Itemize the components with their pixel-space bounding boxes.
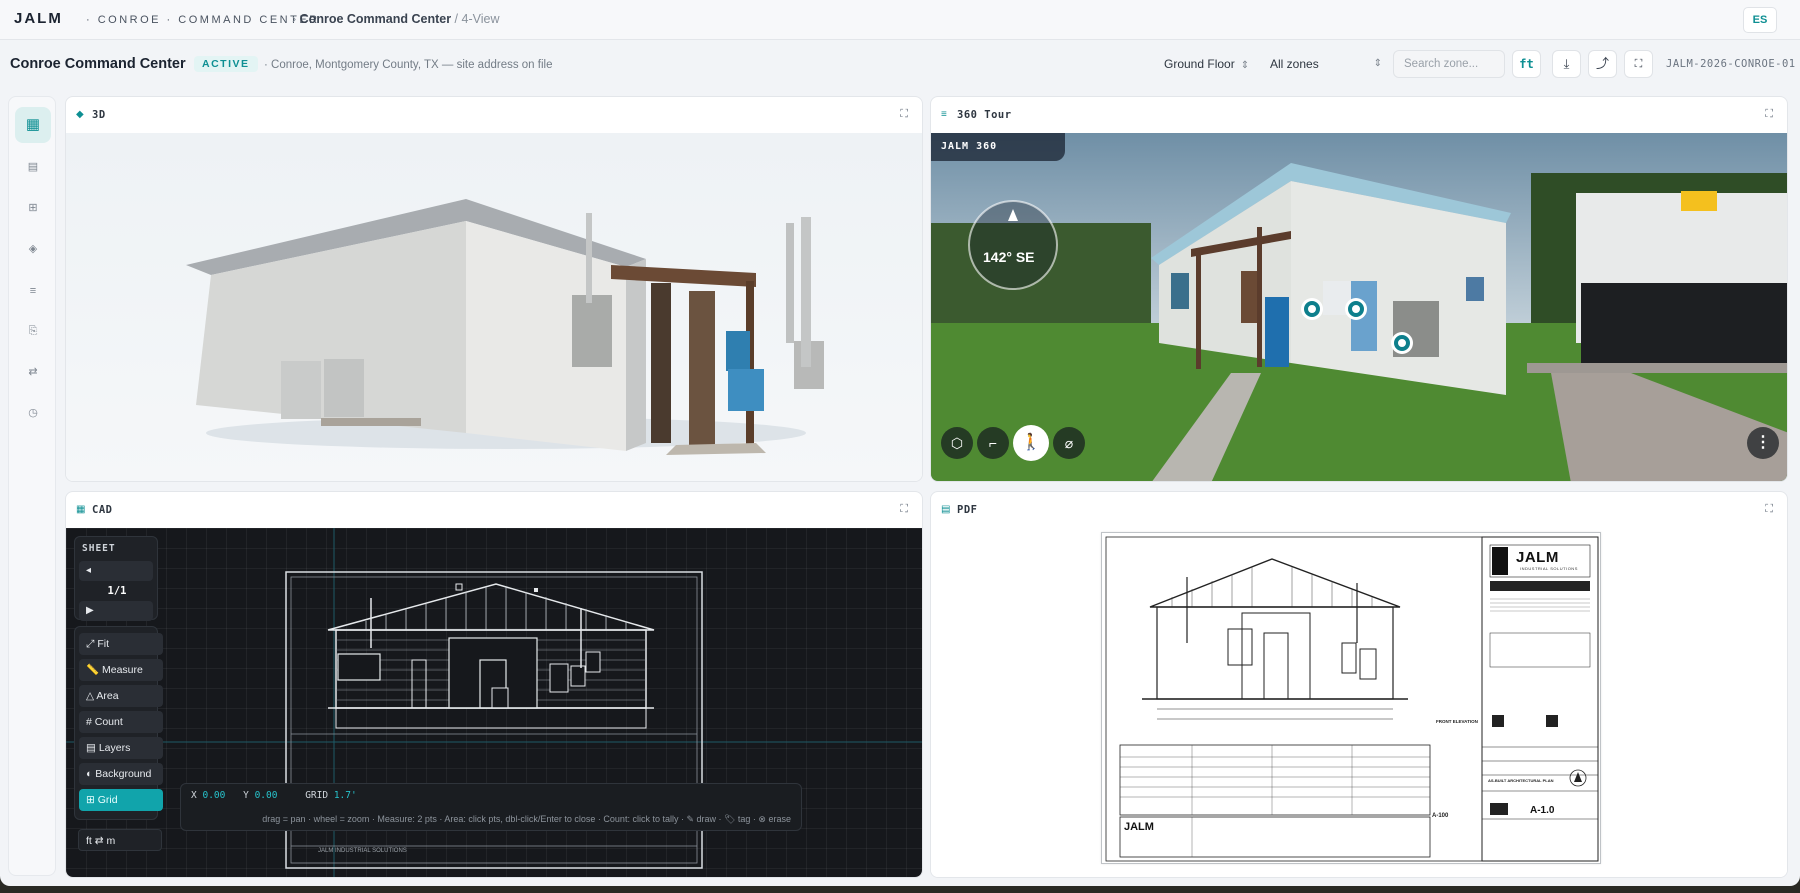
- panel-header: ◆ 3D ⛶: [66, 97, 922, 133]
- breadcrumb-view: / 4-View: [454, 12, 500, 26]
- breadcrumb-site[interactable]: Conroe Command Center: [300, 12, 451, 26]
- titleblock-sheet-number: A-1.0: [1530, 805, 1555, 816]
- expand-icon[interactable]: ⛶: [900, 108, 908, 121]
- grid-view-icon[interactable]: ▦: [15, 107, 51, 143]
- list-icon[interactable]: ▤: [15, 149, 51, 185]
- panel-title: CAD: [92, 504, 113, 516]
- fit-button[interactable]: ⤢ Fit: [79, 633, 163, 655]
- panel-title: 360 Tour: [957, 109, 1012, 121]
- cad-viewport[interactable]: JALM INDUSTRIAL SOLUTIONS SHEET ◂ 1/1 ▶ …: [66, 528, 922, 877]
- count-button[interactable]: # Count: [79, 711, 163, 733]
- zone-select-value: All zones: [1270, 57, 1319, 71]
- page-title: Conroe Command Center: [10, 56, 186, 72]
- coord-y-label: Y: [243, 790, 249, 801]
- grid-size-value: 1.7': [333, 790, 357, 801]
- clock-icon[interactable]: ◷: [15, 395, 51, 431]
- titleblock-logo: JALM: [1516, 549, 1559, 566]
- unit-toggle-button[interactable]: ft: [1512, 50, 1541, 78]
- footer-logo: JALM: [1124, 821, 1154, 833]
- grid-toggle-button[interactable]: ⊞ Grid: [79, 789, 163, 811]
- titleblock-plan-title: AS-BUILT ARCHITECTURAL PLAN: [1488, 778, 1554, 783]
- cad-help-text: drag = pan · wheel = zoom · Measure: 2 p…: [262, 814, 791, 824]
- panel-header: ▤ PDF ⛶: [931, 492, 1787, 528]
- area-button[interactable]: △ Area: [79, 685, 163, 707]
- background-button[interactable]: ◐ Background: [79, 763, 163, 785]
- cube-icon: ◆: [76, 109, 84, 120]
- breadcrumb: › Conroe Command Center / 4-View: [292, 12, 499, 26]
- tour-overlay-brand: JALM 360: [931, 133, 1065, 161]
- sheet-label: SHEET: [82, 543, 116, 554]
- menu-icon: ≡: [941, 109, 947, 120]
- menu-icon[interactable]: ≡: [15, 273, 51, 309]
- titleblock-logo-subtitle: INDUSTRIAL SOLUTIONS: [1520, 566, 1578, 571]
- panel-header: ▦ CAD ⛶: [66, 492, 922, 528]
- layers-button[interactable]: ▤ Layers: [79, 737, 163, 759]
- document-icon: ▤: [941, 504, 951, 515]
- coordinate-bar: X 0.00 Y 0.00 GRID 1.7' drag = pan · whe…: [180, 783, 802, 831]
- coord-x-value: 0.00: [202, 790, 226, 801]
- sheet-page-indicator: 1/1: [107, 585, 127, 597]
- zone-search-input[interactable]: Search zone...: [1393, 50, 1505, 78]
- pdf-page: JALM INDUSTRIAL SOLUTIONS FRONT ELEVATIO…: [1101, 532, 1601, 864]
- download-icon[interactable]: ⤓: [1552, 50, 1581, 78]
- floor-select-value: Ground Floor: [1164, 57, 1235, 71]
- site-header: Conroe Command Center ACTIVE · Conroe, M…: [0, 44, 1800, 86]
- chevron-updown-icon: ⇕: [1373, 58, 1382, 69]
- pdf-viewer[interactable]: JALM INDUSTRIAL SOLUTIONS FRONT ELEVATIO…: [931, 528, 1787, 877]
- top-bar: JALM · CONROE · COMMAND CENTER › Conroe …: [0, 0, 1800, 40]
- app-window: JALM · CONROE · COMMAND CENTER › Conroe …: [0, 0, 1800, 886]
- grid-icon: ▦: [76, 504, 86, 515]
- coord-y-value: 0.00: [254, 790, 278, 801]
- more-options-icon[interactable]: ⋮: [1747, 427, 1779, 459]
- brand-logo[interactable]: JALM: [14, 10, 63, 27]
- dollhouse-icon[interactable]: ⬡: [941, 427, 973, 459]
- panel-cad: ▦ CAD ⛶ JALM INDUSTRIAL SOLUTIONS SHEET …: [65, 491, 923, 878]
- project-id: JALM-2026-CONROE-01: [1666, 58, 1796, 70]
- unit-convert-button[interactable]: ft ⇄ m: [78, 829, 162, 851]
- expand-icon[interactable]: ⛶: [1765, 503, 1773, 516]
- status-badge: ACTIVE: [194, 56, 258, 72]
- swap-icon[interactable]: ⇄: [15, 354, 51, 390]
- panel-3d: ◆ 3D ⛶: [65, 96, 923, 482]
- coordinate-readout: X 0.00 Y 0.00 GRID 1.7': [191, 790, 357, 801]
- brand-subtitle: · CONROE · COMMAND CENTER: [86, 14, 320, 26]
- sheet-navigator: SHEET ◂ 1/1 ▶: [74, 536, 158, 621]
- panel-360-tour: ≡ 360 Tour ⛶ JALM 360 142° SE ⬡ ⌐ 🚶 ⌀ ⋮: [930, 96, 1788, 482]
- panel-title: 3D: [92, 109, 106, 121]
- chevron-updown-icon: ⇕: [1240, 60, 1250, 71]
- walk-mode-icon[interactable]: 🚶: [1013, 425, 1049, 461]
- coord-x-label: X: [191, 790, 197, 801]
- tour-viewport[interactable]: JALM 360 142° SE ⬡ ⌐ 🚶 ⌀ ⋮: [931, 133, 1787, 481]
- cube-icon[interactable]: ◈: [15, 231, 51, 267]
- zone-select[interactable]: All zones ⇕: [1270, 50, 1382, 78]
- expand-icon[interactable]: ⛶: [900, 503, 908, 516]
- pdf-drawing: [1105, 536, 1599, 862]
- titleblock-sheet-ref: A-100: [1432, 813, 1449, 819]
- sheet-next-button[interactable]: ▶: [79, 601, 153, 621]
- breadcrumb-separator: ›: [292, 12, 297, 26]
- document-icon[interactable]: ⎘: [15, 313, 51, 349]
- floor-select[interactable]: Ground Floor ⇕: [1164, 50, 1249, 78]
- share-icon[interactable]: ⤴: [1588, 50, 1617, 78]
- site-address: · Conroe, Montgomery County, TX — site a…: [264, 59, 553, 71]
- building-3d-model: [186, 199, 824, 455]
- model-viewport[interactable]: [66, 133, 922, 481]
- panel-pdf: ▤ PDF ⛶ JALM INDUSTRIAL SOLUTIONS FRONT …: [930, 491, 1788, 878]
- expand-icon[interactable]: ⛶: [1765, 108, 1773, 121]
- titleblock-view-name: FRONT ELEVATION: [1436, 719, 1478, 724]
- measure-tape-icon[interactable]: ⌀: [1053, 427, 1085, 459]
- plan-icon[interactable]: ⊞: [15, 190, 51, 226]
- sidebar: ▦ ▤ ⊞ ◈ ≡ ⎘ ⇄ ◷: [8, 96, 56, 876]
- panel-title: PDF: [957, 504, 978, 516]
- drawing-footer-text: JALM INDUSTRIAL SOLUTIONS: [318, 848, 407, 854]
- grid-label: GRID: [305, 790, 329, 801]
- sheet-prev-button[interactable]: ◂: [79, 561, 153, 581]
- language-button[interactable]: ES: [1743, 7, 1777, 33]
- floorplan-icon[interactable]: ⌐: [977, 427, 1009, 459]
- cad-toolbar: ⤢ Fit 📏 Measure △ Area # Count ▤ Layers …: [74, 626, 163, 820]
- fullscreen-icon[interactable]: ⛶: [1624, 50, 1653, 78]
- measure-button[interactable]: 📏 Measure: [79, 659, 163, 681]
- panel-header: ≡ 360 Tour ⛶: [931, 97, 1787, 133]
- compass-readout: 142° SE: [983, 249, 1035, 265]
